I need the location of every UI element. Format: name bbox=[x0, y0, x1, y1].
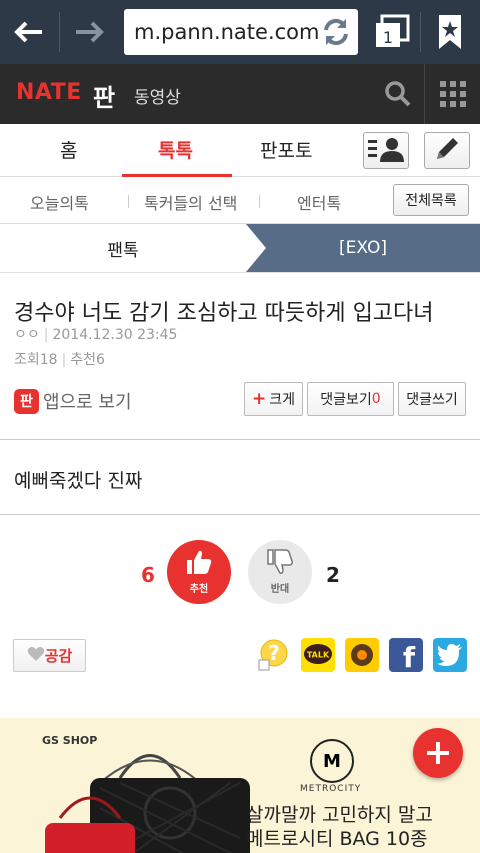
empathy-label: 공감 bbox=[44, 647, 73, 665]
downvote-count: 2 bbox=[326, 563, 340, 587]
downvote-button[interactable]: 반대 bbox=[248, 540, 312, 604]
facebook-share-icon[interactable]: f bbox=[389, 638, 423, 674]
handbag-image bbox=[45, 754, 250, 853]
breadcrumb-arrow-tip bbox=[246, 224, 266, 272]
post-date: 2014.12.30 23:45 bbox=[52, 327, 178, 343]
breadcrumb-category[interactable]: 팬톡 bbox=[0, 224, 246, 272]
post-meta: ㅇㅇ | 2014.12.30 23:45 bbox=[14, 324, 177, 344]
back-icon[interactable] bbox=[0, 0, 58, 64]
post-views: 조회18 bbox=[14, 352, 58, 368]
write-comment-label: 댓글쓰기 bbox=[406, 392, 458, 408]
open-in-app-label: 앱으로 보기 bbox=[43, 392, 132, 413]
thumbs-down-icon bbox=[266, 549, 294, 579]
subtab-talkers-choice[interactable]: 톡커들의 선택 bbox=[144, 190, 237, 214]
enlarge-label: 크게 bbox=[269, 392, 295, 408]
plus-icon: + bbox=[251, 389, 267, 409]
floating-plus-button[interactable] bbox=[413, 728, 463, 778]
pan-app-icon: 판 bbox=[14, 388, 39, 414]
breadcrumb: 팬톡 [EXO] bbox=[0, 224, 480, 273]
meta-divider: | bbox=[43, 327, 49, 343]
view-comments-label: 댓글보기 bbox=[320, 392, 372, 408]
bookmark-icon[interactable] bbox=[436, 13, 464, 55]
svg-text:?: ? bbox=[268, 641, 280, 665]
chrome-divider bbox=[420, 12, 421, 52]
forward-icon[interactable] bbox=[60, 0, 118, 64]
pencil-icon bbox=[433, 135, 461, 167]
ad-headline: 살까말까 고민하지 말고 bbox=[246, 804, 433, 826]
post-author: ㅇㅇ bbox=[14, 327, 40, 343]
view-comments-button[interactable]: 댓글보기 0 bbox=[307, 382, 394, 416]
tabs-icon[interactable]: 1 bbox=[372, 13, 412, 53]
downvote-label: 반대 bbox=[270, 584, 290, 595]
reload-icon[interactable] bbox=[320, 16, 352, 52]
user-list-icon bbox=[368, 136, 404, 166]
kakao-talk-share-icon[interactable]: TALK bbox=[301, 638, 335, 672]
empathy-button[interactable]: 공감 bbox=[13, 639, 86, 672]
all-list-button[interactable]: 전체목록 bbox=[393, 184, 469, 216]
twitter-share-icon[interactable] bbox=[433, 638, 467, 672]
comment-count: 0 bbox=[371, 391, 381, 407]
ad-banner[interactable]: GS SHOP M METROCITY 살까말까 고민하지 말고 메트로시티 B… bbox=[0, 718, 480, 853]
menu-grid-icon[interactable] bbox=[440, 81, 466, 111]
thumbs-up-icon bbox=[185, 549, 213, 579]
url-bar[interactable]: m.pann.nate.com bbox=[124, 9, 358, 55]
metrocity-brand: METROCITY bbox=[300, 784, 362, 794]
tab-toktok[interactable]: 톡톡 bbox=[158, 136, 193, 163]
kakao-story-share-icon[interactable] bbox=[345, 638, 379, 672]
enlarge-text-button[interactable]: + 크게 bbox=[244, 382, 303, 416]
write-comment-button[interactable]: 댓글쓰기 bbox=[398, 382, 466, 416]
subtab-divider bbox=[259, 195, 260, 208]
meta-divider: | bbox=[61, 352, 67, 368]
subtab-today[interactable]: 오늘의톡 bbox=[30, 190, 89, 214]
url-text: m.pann.nate.com bbox=[134, 20, 320, 44]
video-link[interactable]: 동영상 bbox=[134, 83, 181, 108]
main-tabs: 홈 톡톡 판포토 bbox=[0, 124, 480, 177]
header-divider bbox=[424, 64, 425, 124]
write-button[interactable] bbox=[424, 132, 470, 169]
heart-icon bbox=[27, 646, 45, 666]
upvote-count: 6 bbox=[141, 563, 155, 587]
subtab-divider bbox=[128, 195, 129, 208]
breadcrumb-board[interactable]: [EXO] bbox=[246, 224, 480, 272]
site-header: NATE 판 동영상 bbox=[0, 64, 480, 124]
post-recommends: 추천6 bbox=[70, 352, 105, 368]
metrocity-emblem: M bbox=[310, 739, 354, 783]
search-icon[interactable] bbox=[384, 80, 412, 112]
share-question-icon[interactable]: ? bbox=[257, 638, 291, 672]
divider bbox=[0, 439, 480, 440]
ad-subline: 메트로시티 BAG 10종 bbox=[246, 828, 428, 850]
svg-text:1: 1 bbox=[383, 28, 393, 47]
tab-home[interactable]: 홈 bbox=[60, 136, 77, 163]
subtab-entertainment[interactable]: 엔터톡 bbox=[297, 190, 341, 214]
divider bbox=[0, 514, 480, 515]
svg-text:TALK: TALK bbox=[307, 651, 330, 660]
my-page-button[interactable] bbox=[363, 132, 409, 169]
post-title: 경수야 너도 감기 조심하고 따듯하게 입고다녀 bbox=[14, 301, 434, 326]
plus-icon bbox=[427, 742, 449, 764]
post-stats: 조회18 | 추천6 bbox=[14, 349, 105, 369]
pan-logo[interactable]: 판 bbox=[93, 78, 115, 113]
sub-tabs: 오늘의톡 톡커들의 선택 엔터톡 전체목록 bbox=[0, 177, 480, 224]
tab-pan-photo[interactable]: 판포토 bbox=[260, 136, 312, 163]
nate-logo[interactable]: NATE bbox=[16, 80, 82, 105]
upvote-button[interactable]: 추천 bbox=[167, 540, 231, 604]
open-in-app-link[interactable]: 판 앱으로 보기 bbox=[14, 388, 132, 414]
upvote-label: 추천 bbox=[189, 584, 209, 595]
browser-toolbar: m.pann.nate.com 1 bbox=[0, 0, 480, 64]
post-body: 예뻐죽겠다 진짜 bbox=[14, 470, 143, 492]
